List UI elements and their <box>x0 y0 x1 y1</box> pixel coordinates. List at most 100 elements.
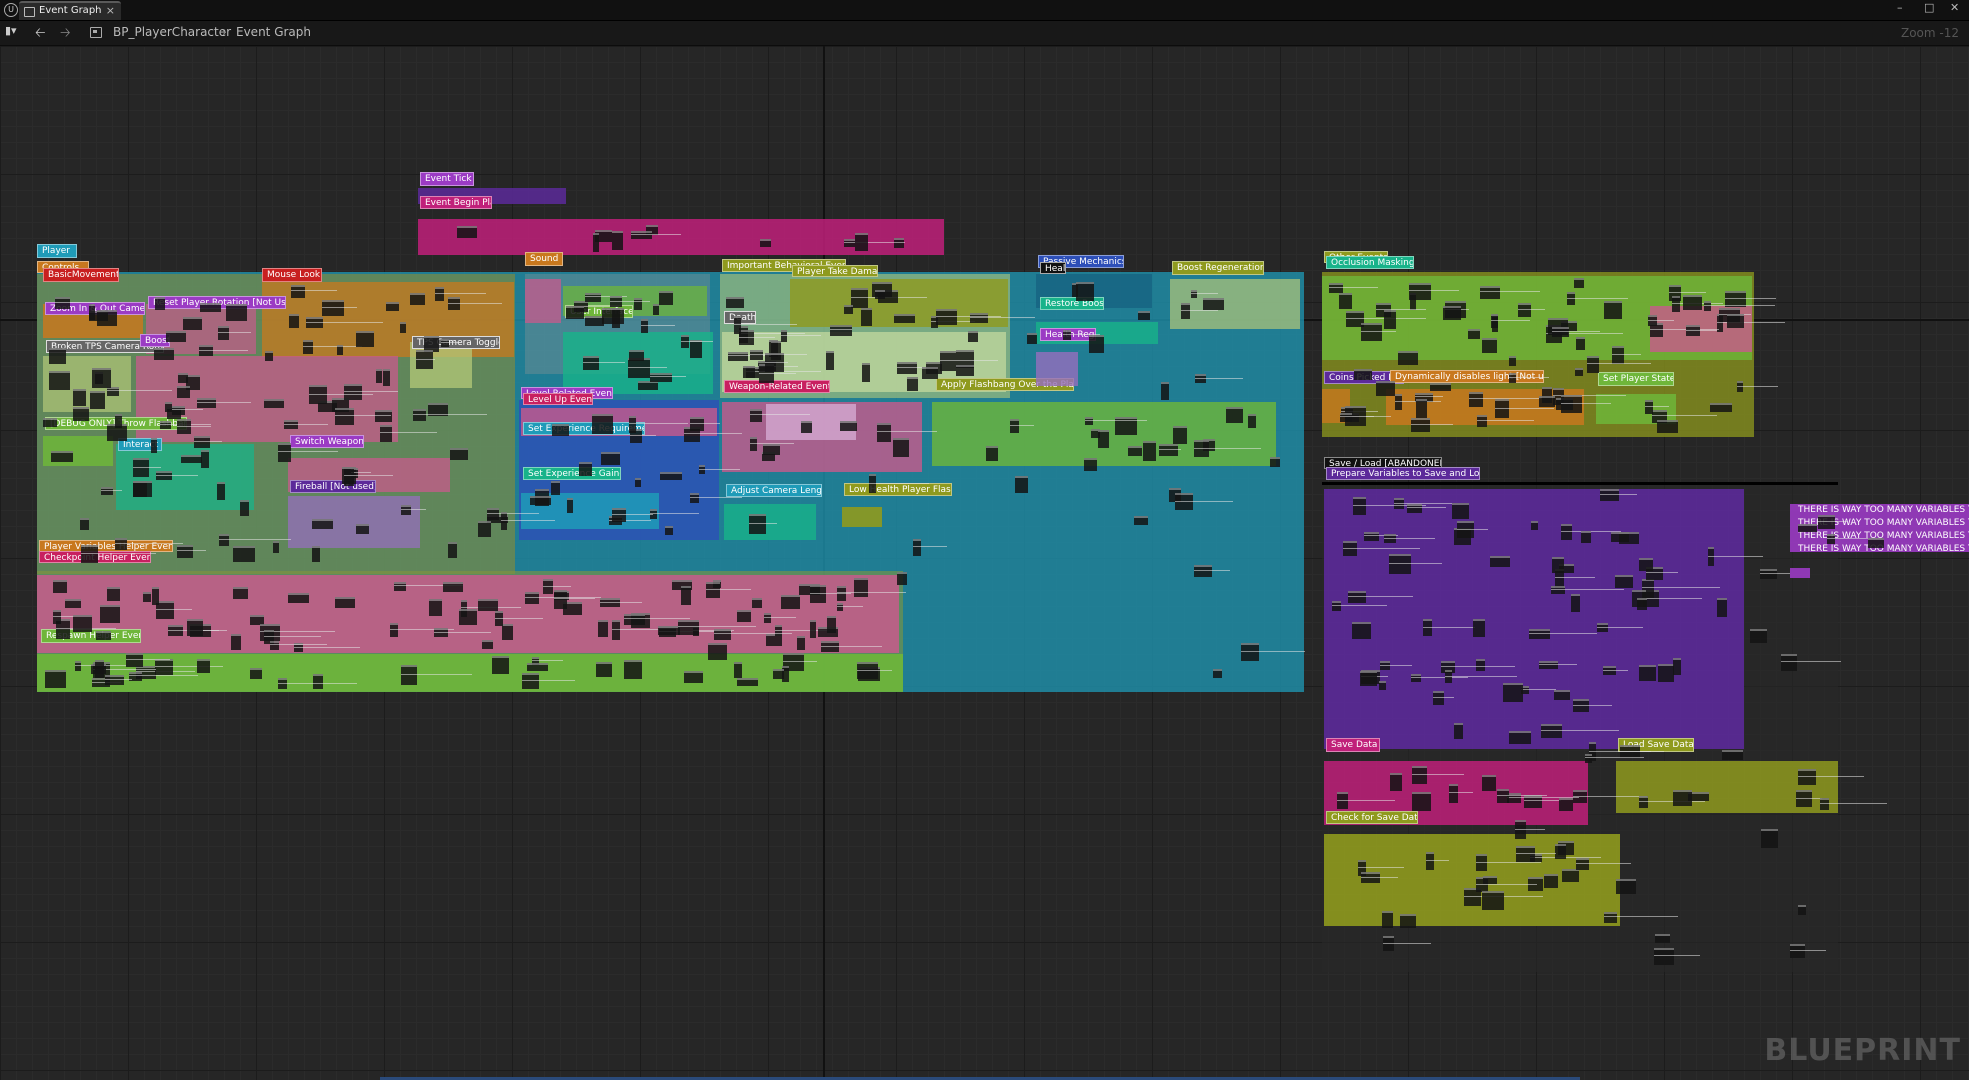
blueprint-node[interactable] <box>1615 879 1637 895</box>
blueprint-node[interactable] <box>1584 754 1592 763</box>
blueprint-node[interactable] <box>628 358 651 378</box>
blueprint-node[interactable] <box>1088 335 1104 354</box>
blueprint-node[interactable] <box>839 420 857 431</box>
blueprint-node[interactable] <box>187 618 204 636</box>
blueprint-node[interactable] <box>433 628 448 638</box>
blueprint-node[interactable] <box>1672 657 1682 675</box>
blueprint-node[interactable] <box>447 542 458 558</box>
blueprint-node[interactable] <box>344 466 354 487</box>
blueprint-node[interactable] <box>1798 905 1807 916</box>
blueprint-node[interactable] <box>1637 598 1648 611</box>
blueprint-node[interactable] <box>1429 382 1452 392</box>
blueprint-node[interactable] <box>810 619 817 639</box>
blueprint-node[interactable] <box>65 598 82 609</box>
blueprint-node[interactable] <box>182 317 202 330</box>
blueprint-node[interactable] <box>1015 476 1028 494</box>
comment-title-occlusion[interactable]: Occlusion Masking <box>1326 256 1414 269</box>
blueprint-node[interactable] <box>854 233 868 251</box>
blueprint-node[interactable] <box>383 368 390 387</box>
blueprint-node[interactable] <box>773 668 784 679</box>
blueprint-node[interactable] <box>1375 381 1395 396</box>
blueprint-node[interactable] <box>335 596 356 608</box>
blueprint-node[interactable] <box>1818 514 1836 529</box>
blueprint-node[interactable] <box>1581 530 1592 543</box>
blueprint-node[interactable] <box>1827 534 1835 545</box>
blueprint-node[interactable] <box>1530 521 1539 530</box>
blueprint-node[interactable] <box>1672 789 1693 807</box>
blueprint-node[interactable] <box>1354 369 1373 380</box>
blueprint-node[interactable] <box>1269 457 1281 468</box>
blueprint-node[interactable] <box>1415 398 1427 418</box>
blueprint-node[interactable] <box>429 598 442 617</box>
blueprint-node[interactable] <box>502 624 513 640</box>
blueprint-node[interactable] <box>796 636 805 650</box>
blueprint-node[interactable] <box>1397 350 1418 366</box>
blueprint-node[interactable] <box>230 634 241 651</box>
blueprint-node[interactable] <box>1352 621 1372 640</box>
blueprint-node[interactable] <box>106 587 121 602</box>
blueprint-node[interactable] <box>400 322 407 334</box>
blueprint-node[interactable] <box>435 286 445 301</box>
blueprint-node[interactable] <box>1076 281 1095 301</box>
blueprint-node[interactable] <box>1133 515 1148 525</box>
blueprint-node[interactable] <box>1562 868 1580 882</box>
blueprint-node[interactable] <box>893 438 909 458</box>
blueprint-node[interactable] <box>736 609 752 623</box>
blueprint-node[interactable] <box>156 601 175 619</box>
comment-title-boost-regen[interactable]: Boost Regeneration <box>1172 261 1264 275</box>
blueprint-node[interactable] <box>940 351 957 372</box>
blueprint-node[interactable] <box>49 371 70 391</box>
blueprint-node[interactable] <box>861 363 870 383</box>
blueprint-node[interactable] <box>1395 394 1403 411</box>
blueprint-node[interactable] <box>527 663 548 672</box>
blueprint-node[interactable] <box>443 581 464 593</box>
blueprint-node[interactable] <box>1722 750 1743 760</box>
blueprint-node[interactable] <box>750 408 762 423</box>
blueprint-node[interactable] <box>336 344 344 355</box>
blueprint-node[interactable] <box>1538 396 1555 408</box>
blueprint-node[interactable] <box>1469 391 1483 407</box>
breadcrumb-graph[interactable]: Event Graph <box>236 25 311 39</box>
comment-title-set-exp-gained[interactable]: Set Experience Gained <box>523 467 621 480</box>
blueprint-node[interactable] <box>1337 792 1348 809</box>
blueprint-node[interactable] <box>763 444 780 456</box>
blueprint-node[interactable] <box>1225 406 1243 423</box>
blueprint-node[interactable] <box>628 416 636 433</box>
blueprint-node[interactable] <box>1213 669 1223 678</box>
comment-title-check-save[interactable]: Check for Save Data <box>1326 811 1418 824</box>
blueprint-node[interactable] <box>1452 502 1469 519</box>
blueprint-node[interactable] <box>44 669 67 689</box>
blueprint-node[interactable] <box>1483 875 1497 885</box>
blueprint-node[interactable] <box>322 300 344 316</box>
blueprint-node[interactable] <box>734 661 742 678</box>
blueprint-node[interactable] <box>309 385 328 405</box>
blueprint-node[interactable] <box>579 461 593 476</box>
blueprint-node[interactable] <box>680 585 692 606</box>
comment-fireball[interactable] <box>288 496 420 548</box>
blueprint-node[interactable] <box>1412 765 1428 784</box>
blueprint-node[interactable] <box>53 579 68 593</box>
blueprint-node[interactable] <box>800 420 813 433</box>
blueprint-node[interactable] <box>380 424 393 443</box>
blueprint-node[interactable] <box>478 521 492 538</box>
blueprint-node[interactable] <box>1453 723 1464 739</box>
blueprint-node[interactable] <box>844 238 855 247</box>
blueprint-node[interactable] <box>198 345 214 357</box>
close-window-button[interactable]: ✕ <box>1950 1 1959 14</box>
close-tab-icon[interactable]: × <box>106 4 115 17</box>
blueprint-node[interactable] <box>1467 329 1480 340</box>
blueprint-node[interactable] <box>921 367 938 379</box>
blueprint-node[interactable] <box>591 414 613 434</box>
comment-title-restore-boost[interactable]: Restore Boost <box>1040 297 1104 310</box>
blueprint-node[interactable] <box>100 486 113 495</box>
blueprint-node[interactable] <box>1348 590 1366 603</box>
graph-canvas[interactable]: Player Controls BasicMovement Mouse Look… <box>0 46 1969 1080</box>
blueprint-node[interactable] <box>1574 278 1585 289</box>
blueprint-node[interactable] <box>554 590 567 609</box>
blueprint-node[interactable] <box>500 512 507 531</box>
blueprint-node[interactable] <box>1761 828 1778 849</box>
blueprint-node[interactable] <box>456 225 477 238</box>
blueprint-node[interactable] <box>1596 623 1609 632</box>
comment-title-level-up[interactable]: Level Up Event <box>523 393 593 405</box>
blueprint-node[interactable] <box>1749 628 1768 644</box>
